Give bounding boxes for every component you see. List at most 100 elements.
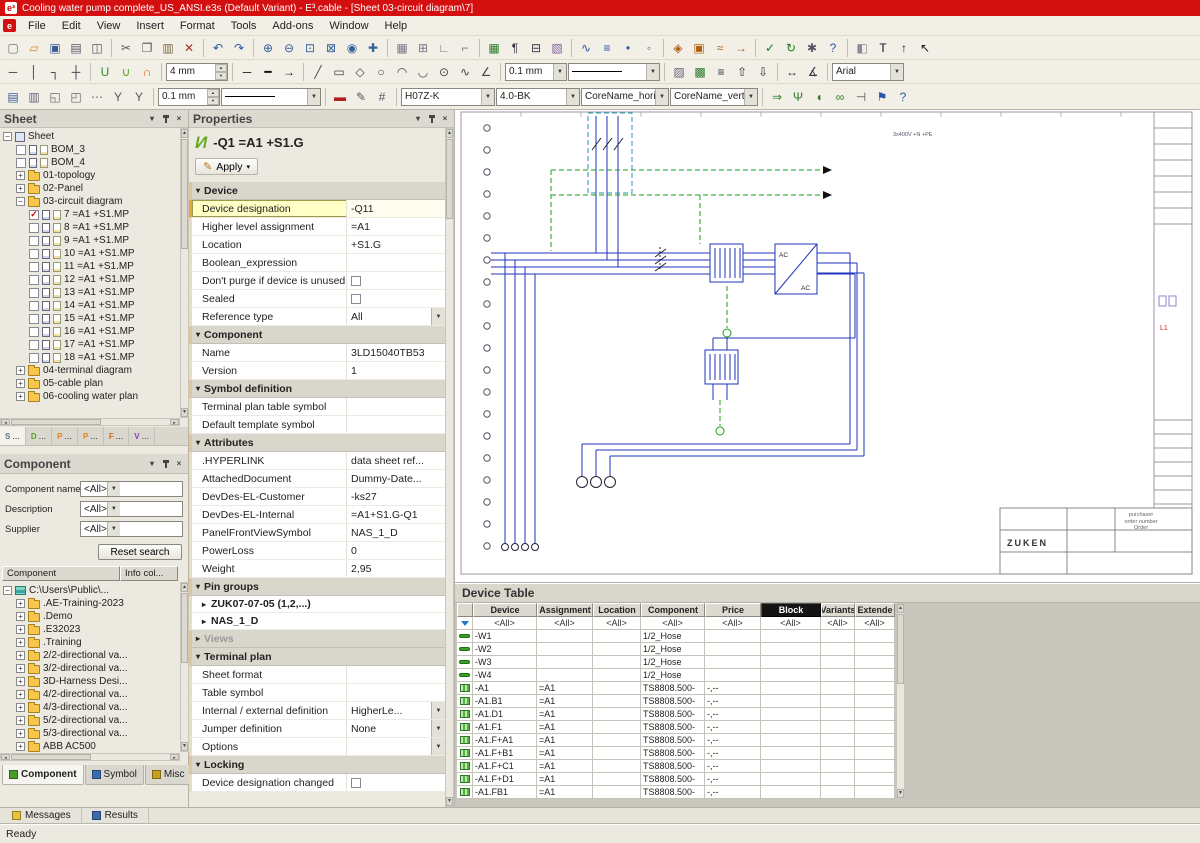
filter-cell[interactable]: <All> <box>855 617 895 630</box>
device-table-row[interactable]: -A1.FB1 =A1 TS8808.500- -,-- <box>457 786 895 799</box>
scroll-down-icon[interactable]: ▼ <box>181 408 188 417</box>
expander-icon[interactable]: + <box>16 690 25 699</box>
zoom-window-button[interactable]: ⊡ <box>300 38 320 58</box>
property-row[interactable]: Boolean_expression <box>189 254 445 272</box>
section-header-attributes[interactable]: ▾ Attributes <box>189 434 445 452</box>
scroll-thumb[interactable] <box>181 593 188 663</box>
scroll-track[interactable] <box>181 592 188 742</box>
highlight-mode-button[interactable]: ◧ <box>852 38 872 58</box>
section-header-device[interactable]: ▾ Device <box>189 182 445 200</box>
section-header-views[interactable]: ▸ Views <box>189 630 445 648</box>
symbol-browser-button[interactable]: ◈ <box>668 38 688 58</box>
measure-tool-button[interactable]: ↔ <box>782 62 802 82</box>
combo-arrow-icon[interactable]: ▼ <box>106 522 120 536</box>
device-table-row[interactable]: -A1.F1 =A1 TS8808.500- -,-- <box>457 721 895 734</box>
pin-icon[interactable] <box>162 459 169 468</box>
property-value[interactable]: All ▼ <box>347 308 445 325</box>
wire-style-combo[interactable]: ▼ <box>221 87 321 106</box>
sheet-tree-hscrollbar[interactable]: ◄ ► <box>0 418 180 426</box>
wire-style-combo-arrow-icon[interactable]: ▼ <box>307 88 320 105</box>
sheet-tree-item[interactable]: +05-cable plan <box>0 377 180 390</box>
component-tree-item[interactable]: +3D-Harness Desi... <box>0 675 180 688</box>
print-preview-button[interactable]: ◫ <box>87 38 107 58</box>
sheet-dock-tab-1[interactable]: S... <box>0 427 26 445</box>
property-row[interactable]: PowerLoss 0 <box>189 542 445 560</box>
refresh-button[interactable]: ↻ <box>781 38 801 58</box>
component-tree-item[interactable]: +3/2-directional va... <box>0 662 180 675</box>
info-columns-header[interactable]: Info col... <box>120 566 178 581</box>
component-column-header[interactable]: Component <box>2 566 120 581</box>
sheet-tree-item[interactable]: 14 =A1 +S1.MP <box>0 299 180 312</box>
wire-width-combo[interactable]: 0.1 mm ▲ ▼ <box>158 87 220 106</box>
sheet-tree-item[interactable]: +04-terminal diagram <box>0 364 180 377</box>
section-header-symbol-definition[interactable]: ▾ Symbol definition <box>189 380 445 398</box>
help-button[interactable]: ? <box>823 38 843 58</box>
column-header-component[interactable]: Component <box>641 603 705 617</box>
expander-icon[interactable]: + <box>16 716 25 725</box>
options-button[interactable]: ✱ <box>802 38 822 58</box>
column-header-variants[interactable]: Variants <box>821 603 855 617</box>
scroll-thumb[interactable] <box>897 614 904 684</box>
expand-icon[interactable]: ▸ <box>202 617 206 626</box>
property-row[interactable]: Terminal plan table symbol <box>189 398 445 416</box>
dropdown-arrow-icon[interactable]: ▼ <box>431 702 445 719</box>
dimension-tool-button[interactable]: ∡ <box>803 62 823 82</box>
property-row[interactable]: Options ▼ <box>189 738 445 756</box>
sheet-checkbox[interactable] <box>29 261 39 272</box>
redo-button[interactable]: ↷ <box>229 38 249 58</box>
branch-right-button[interactable]: Y <box>129 87 149 107</box>
scroll-track[interactable] <box>10 419 170 425</box>
draw-arc-button[interactable]: ◠ <box>392 62 412 82</box>
draw-ellipse-button[interactable]: ⊙ <box>434 62 454 82</box>
property-row[interactable]: Default template symbol <box>189 416 445 434</box>
property-value[interactable] <box>347 684 445 701</box>
property-value[interactable]: NAS_1_D <box>347 524 445 541</box>
sheet-tree-item[interactable]: − 03-circuit diagram <box>0 195 180 208</box>
sheet-checkbox[interactable] <box>29 326 39 337</box>
new-sheet-button[interactable]: ▢ <box>3 38 23 58</box>
sheet-tree-item[interactable]: +01-topology <box>0 169 180 182</box>
sheet-checkbox[interactable] <box>29 339 39 350</box>
property-row[interactable]: .HYPERLINK data sheet ref... <box>189 452 445 470</box>
cable-type-combo-arrow-icon[interactable]: ▼ <box>481 88 494 105</box>
new-sheet-tab-button[interactable]: ▥ <box>24 87 44 107</box>
close-icon[interactable]: × <box>440 114 450 123</box>
dropdown-arrow-icon[interactable]: ▼ <box>431 720 445 737</box>
menu-window[interactable]: Window <box>321 18 376 34</box>
property-row[interactable]: Name 3LD15040TB53 <box>189 344 445 362</box>
device-table-row[interactable]: -W4 1/2_Hose <box>457 669 895 682</box>
description-combo[interactable]: <All> ▼ <box>80 501 183 517</box>
wire-cross-button[interactable]: ┼ <box>66 62 86 82</box>
pin-icon[interactable] <box>428 114 435 123</box>
component-tree-item[interactable]: +2/2-directional va... <box>0 649 180 662</box>
filter-cell[interactable]: <All> <box>761 617 821 630</box>
expander-icon[interactable]: − <box>3 132 12 141</box>
property-row[interactable]: Weight 2,95 <box>189 560 445 578</box>
dock-tab-component[interactable]: Component <box>2 765 84 785</box>
property-checkbox[interactable] <box>351 777 361 788</box>
expander-icon[interactable]: + <box>16 392 25 401</box>
property-value[interactable]: data sheet ref... <box>347 452 445 469</box>
device-table-row[interactable]: -A1.F+A1 =A1 TS8808.500- -,-- <box>457 734 895 747</box>
font-combo-arrow-icon[interactable]: ▼ <box>890 63 903 80</box>
property-checkbox[interactable] <box>351 293 361 304</box>
sheet-tree-item[interactable]: 16 =A1 +S1.MP <box>0 325 180 338</box>
sheet-checkbox[interactable] <box>29 248 39 259</box>
column-header-assignment[interactable]: Assignment <box>537 603 593 617</box>
dropdown-arrow-icon[interactable]: ▼ <box>431 308 445 325</box>
property-row[interactable]: Device designation -Q11 <box>189 200 445 218</box>
panel-menu-icon[interactable]: ▾ <box>147 459 157 468</box>
property-value[interactable]: 1 <box>347 362 445 379</box>
sheet-checkbox[interactable] <box>16 144 26 155</box>
draw-polygon-button[interactable]: ◇ <box>350 62 370 82</box>
wire-vertical-button[interactable]: │ <box>24 62 44 82</box>
menu-insert[interactable]: Insert <box>128 18 172 34</box>
sheet-tree-scrollbar[interactable]: ▲ ▼ <box>180 128 189 418</box>
insert-text-button[interactable]: ¶ <box>505 38 525 58</box>
close-icon[interactable]: × <box>174 114 184 123</box>
panel-menu-icon[interactable]: ▾ <box>413 114 423 123</box>
filter-cell[interactable]: <All> <box>821 617 855 630</box>
layer-manager-button[interactable]: ≡ <box>711 62 731 82</box>
menu-format[interactable]: Format <box>172 18 223 34</box>
property-value[interactable]: HigherLe... ▼ <box>347 702 445 719</box>
